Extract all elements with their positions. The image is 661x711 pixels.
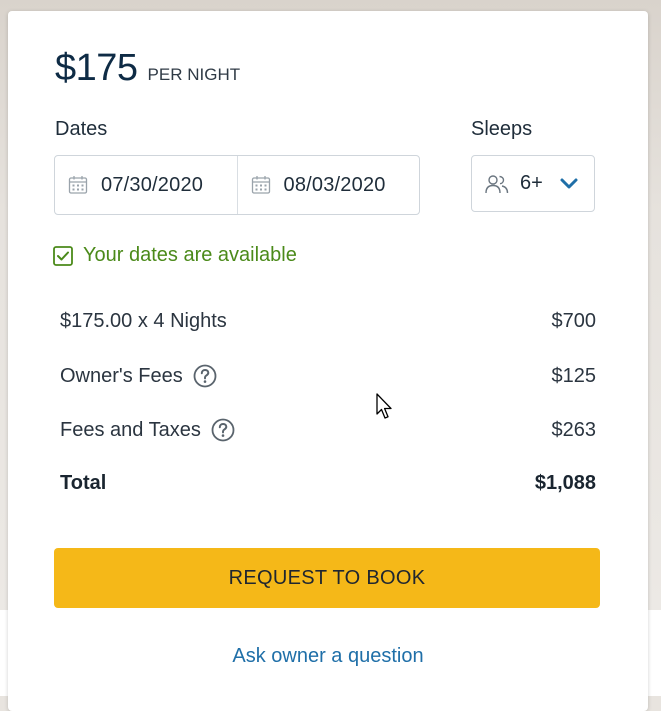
owner-fees-line-item: Owner's Fees $125 bbox=[60, 364, 596, 388]
check-out-date: 08/03/2020 bbox=[283, 173, 386, 196]
date-range-picker: 07/30/2020 08/03/2020 bbox=[54, 155, 420, 215]
request-to-book-button[interactable]: REQUEST TO BOOK bbox=[54, 548, 600, 608]
total-amount: $1,088 bbox=[534, 472, 596, 494]
sleeps-value: 6+ bbox=[520, 172, 543, 194]
total-line-item: Total $1,088 bbox=[60, 472, 596, 495]
dates-label: Dates bbox=[55, 118, 108, 140]
check-in-field[interactable]: 07/30/2020 bbox=[55, 156, 237, 214]
owner-fees-label: Owner's Fees bbox=[60, 364, 183, 387]
checkbox-check-icon bbox=[53, 245, 73, 266]
availability-message: Your dates are available bbox=[53, 244, 297, 267]
check-out-field[interactable]: 08/03/2020 bbox=[236, 156, 420, 214]
nightly-price: $175 bbox=[55, 47, 138, 89]
sleeps-dropdown[interactable]: 6+ bbox=[471, 155, 595, 212]
fees-taxes-amount: $263 bbox=[551, 418, 597, 441]
availability-text: Your dates are available bbox=[83, 244, 297, 266]
guests-icon bbox=[485, 174, 509, 193]
calendar-icon bbox=[68, 176, 88, 194]
mouse-cursor-icon bbox=[376, 393, 392, 419]
help-icon[interactable] bbox=[211, 418, 235, 442]
check-in-date: 07/30/2020 bbox=[101, 173, 204, 196]
owner-fees-amount: $125 bbox=[551, 364, 597, 387]
total-label: Total bbox=[60, 472, 107, 494]
sleeps-label: Sleeps bbox=[471, 118, 533, 140]
nights-label: $175.00 x 4 Nights bbox=[60, 310, 227, 332]
ask-owner-link[interactable]: Ask owner a question bbox=[8, 645, 648, 668]
chevron-down-icon bbox=[560, 178, 578, 188]
booking-card: $175 PER NIGHT Dates Sleeps 07/30/2020 0… bbox=[8, 11, 648, 711]
nights-amount: $700 bbox=[551, 310, 597, 332]
fees-taxes-label: Fees and Taxes bbox=[60, 418, 201, 441]
help-icon[interactable] bbox=[193, 364, 217, 388]
fees-taxes-line-item: Fees and Taxes $263 bbox=[60, 418, 596, 442]
nights-line-item: $175.00 x 4 Nights $700 bbox=[60, 310, 596, 333]
price-unit: PER NIGHT bbox=[147, 65, 241, 84]
calendar-icon bbox=[251, 176, 270, 194]
price-header: $175 PER NIGHT bbox=[55, 47, 240, 90]
